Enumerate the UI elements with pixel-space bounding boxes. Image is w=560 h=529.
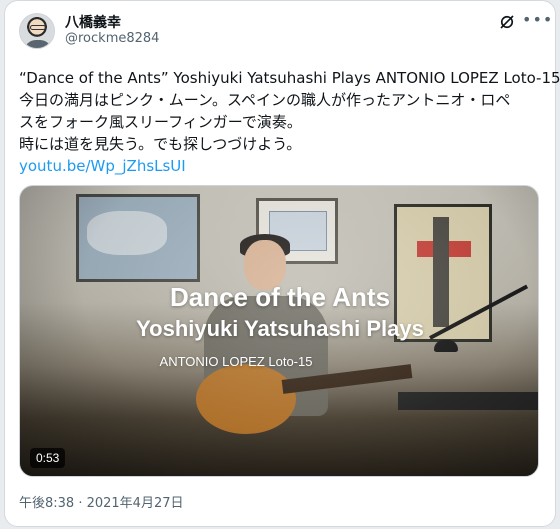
tweet-line: スをフォーク風スリーフィンガーで演奏。 [19, 113, 302, 131]
tweet-link[interactable]: youtu.be/Wp_jZhsLsUI [19, 155, 547, 177]
video-title: Dance of the Ants [169, 282, 391, 312]
author-handle[interactable]: @rockme8284 [65, 31, 159, 46]
author-name[interactable]: 八橋義幸 [65, 12, 121, 32]
video-subtitle: Yoshiyuki Yatsuhashi Plays [136, 316, 424, 341]
tweet-line: 今日の満月はピンク・ムーン。スペインの職人が作ったアントニオ・ロペ [19, 91, 511, 109]
tweet-text: “Dance of the Ants” Yoshiyuki Yatsuhashi… [19, 67, 560, 177]
x-logo-icon[interactable] [498, 13, 516, 31]
video-duration-badge: 0:53 [30, 448, 66, 468]
tweet-timestamp[interactable]: 午後8:38 · 2021年4月27日 [19, 492, 184, 511]
tweet-line: “Dance of the Ants” Yoshiyuki Yatsuhashi… [19, 69, 560, 87]
more-options-icon[interactable]: ••• [522, 9, 552, 31]
glasses-shape [30, 25, 46, 30]
avatar[interactable] [19, 13, 55, 49]
tweet-card: 八橋義幸 @rockme8284 ••• “Dance of the Ants”… [4, 0, 560, 527]
tweet-line: 時には道を見失う。でも探しつづけよう。 [19, 135, 302, 153]
shirt-shape [24, 40, 52, 48]
video-caption: ANTONIO LOPEZ Loto-15 [159, 354, 313, 369]
video-player[interactable]: Dance of the Ants Yoshiyuki Yatsuhashi P… [19, 185, 539, 477]
